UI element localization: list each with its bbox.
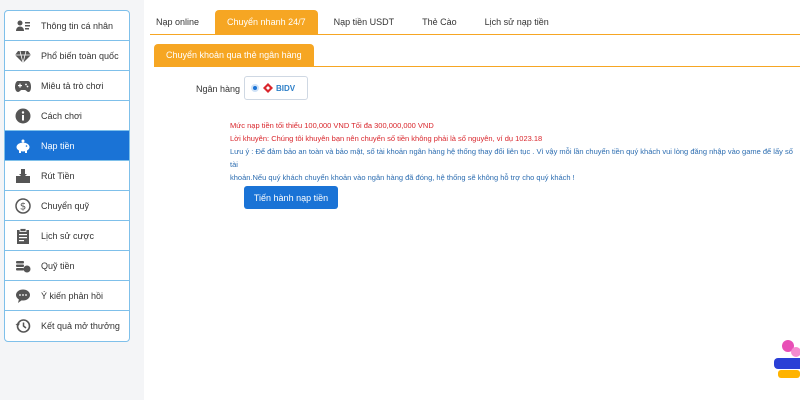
- gamepad-icon: [15, 78, 31, 94]
- svg-text:$: $: [20, 201, 26, 212]
- piggy-bank-icon: [15, 138, 31, 154]
- tab-usdt-deposit[interactable]: Nạp tiền USDT: [322, 10, 407, 34]
- sidebar-item-results[interactable]: Kết quả mở thưởng: [5, 311, 129, 341]
- sidebar-item-label: Lịch sử cược: [41, 230, 94, 241]
- sidebar-item-personal-info[interactable]: Thông tin cá nhân: [5, 11, 129, 41]
- bidv-logo-icon: [263, 83, 273, 93]
- coins-icon: [15, 258, 31, 274]
- advice-text: Lời khuyên: Chúng tôi khuyên bạn nên chu…: [230, 134, 543, 143]
- sidebar-item-label: Chuyển quỹ: [41, 200, 90, 211]
- info-icon: [15, 108, 31, 124]
- sidebar-item-fund[interactable]: Quỹ tiền: [5, 251, 129, 281]
- deposit-limit-text: Mức nạp tiền tối thiểu 100,000 VND Tối đ…: [230, 121, 434, 130]
- chat-icon: [15, 288, 31, 304]
- subtab-bank-transfer[interactable]: Chuyển khoản qua thẻ ngân hàng: [154, 44, 314, 66]
- sidebar-item-label: Ý kiến phản hồi: [41, 290, 104, 301]
- sidebar-item-deposit[interactable]: Nạp tiền: [5, 131, 129, 161]
- sidebar-item-label: Quỹ tiền: [41, 260, 75, 271]
- id-card-icon: [15, 18, 31, 34]
- withdraw-icon: [15, 168, 31, 184]
- sidebar-item-label: Phổ biến toàn quốc: [41, 50, 119, 61]
- deposit-notes: Mức nạp tiền tối thiểu 100,000 VND Tối đ…: [230, 119, 800, 184]
- deposit-tabs: Nạp online Chuyển nhanh 24/7 Nạp tiền US…: [144, 10, 565, 34]
- sidebar-item-how-to-play[interactable]: Cách chơi: [5, 101, 129, 131]
- bank-label: Ngân hàng: [196, 84, 241, 94]
- main-panel: Nạp online Chuyển nhanh 24/7 Nạp tiền US…: [144, 0, 800, 400]
- sidebar-item-game-description[interactable]: Miêu tả trò chơi: [5, 71, 129, 101]
- tab-divider: [150, 34, 800, 35]
- bank-name: BIDV: [276, 83, 296, 93]
- tab-fast-transfer[interactable]: Chuyển nhanh 24/7: [215, 10, 318, 34]
- sidebar-item-label: Thông tin cá nhân: [41, 20, 114, 31]
- tab-online-deposit[interactable]: Nạp online: [144, 10, 211, 34]
- sidebar-item-label: Cách chơi: [41, 110, 82, 121]
- dollar-circle-icon: $: [15, 197, 31, 214]
- warning-text-line-2: khoản.Nếu quý khách chuyển khoản vào ngâ…: [230, 173, 575, 182]
- diamond-icon: [15, 48, 31, 64]
- sidebar-item-label: Rút Tiền: [41, 170, 75, 181]
- sidebar-item-transfer[interactable]: $ Chuyển quỹ: [5, 191, 129, 221]
- sidebar-item-label: Miêu tả trò chơi: [41, 80, 104, 91]
- tab-deposit-history[interactable]: Lịch sử nạp tiền: [473, 10, 561, 34]
- history-icon: [15, 318, 31, 334]
- tab-scratch-card[interactable]: Thẻ Cào: [410, 10, 469, 34]
- sidebar-item-feedback[interactable]: Ý kiến phản hồi: [5, 281, 129, 311]
- warning-text-line-1: Lưu ý : Để đảm bảo an toàn và bảo mật, s…: [230, 147, 793, 169]
- clipboard-icon: [15, 227, 31, 244]
- sidebar-item-withdraw[interactable]: Rút Tiền: [5, 161, 129, 191]
- sidebar-item-bet-history[interactable]: Lịch sử cược: [5, 221, 129, 251]
- jackpot-widget[interactable]: [770, 332, 800, 380]
- submit-deposit-button[interactable]: Tiến hành nạp tiền: [244, 186, 338, 209]
- sidebar-item-promotions[interactable]: Phổ biến toàn quốc: [5, 41, 129, 71]
- sidebar-item-label: Nạp tiền: [41, 140, 75, 151]
- sidebar-item-label: Kết quả mở thưởng: [41, 321, 120, 331]
- subtab-divider: [154, 66, 800, 67]
- sidebar: Thông tin cá nhân Phổ biến toàn quốc Miê…: [4, 10, 130, 342]
- bank-radio[interactable]: [251, 84, 259, 92]
- bank-option-bidv[interactable]: BIDV: [244, 76, 308, 100]
